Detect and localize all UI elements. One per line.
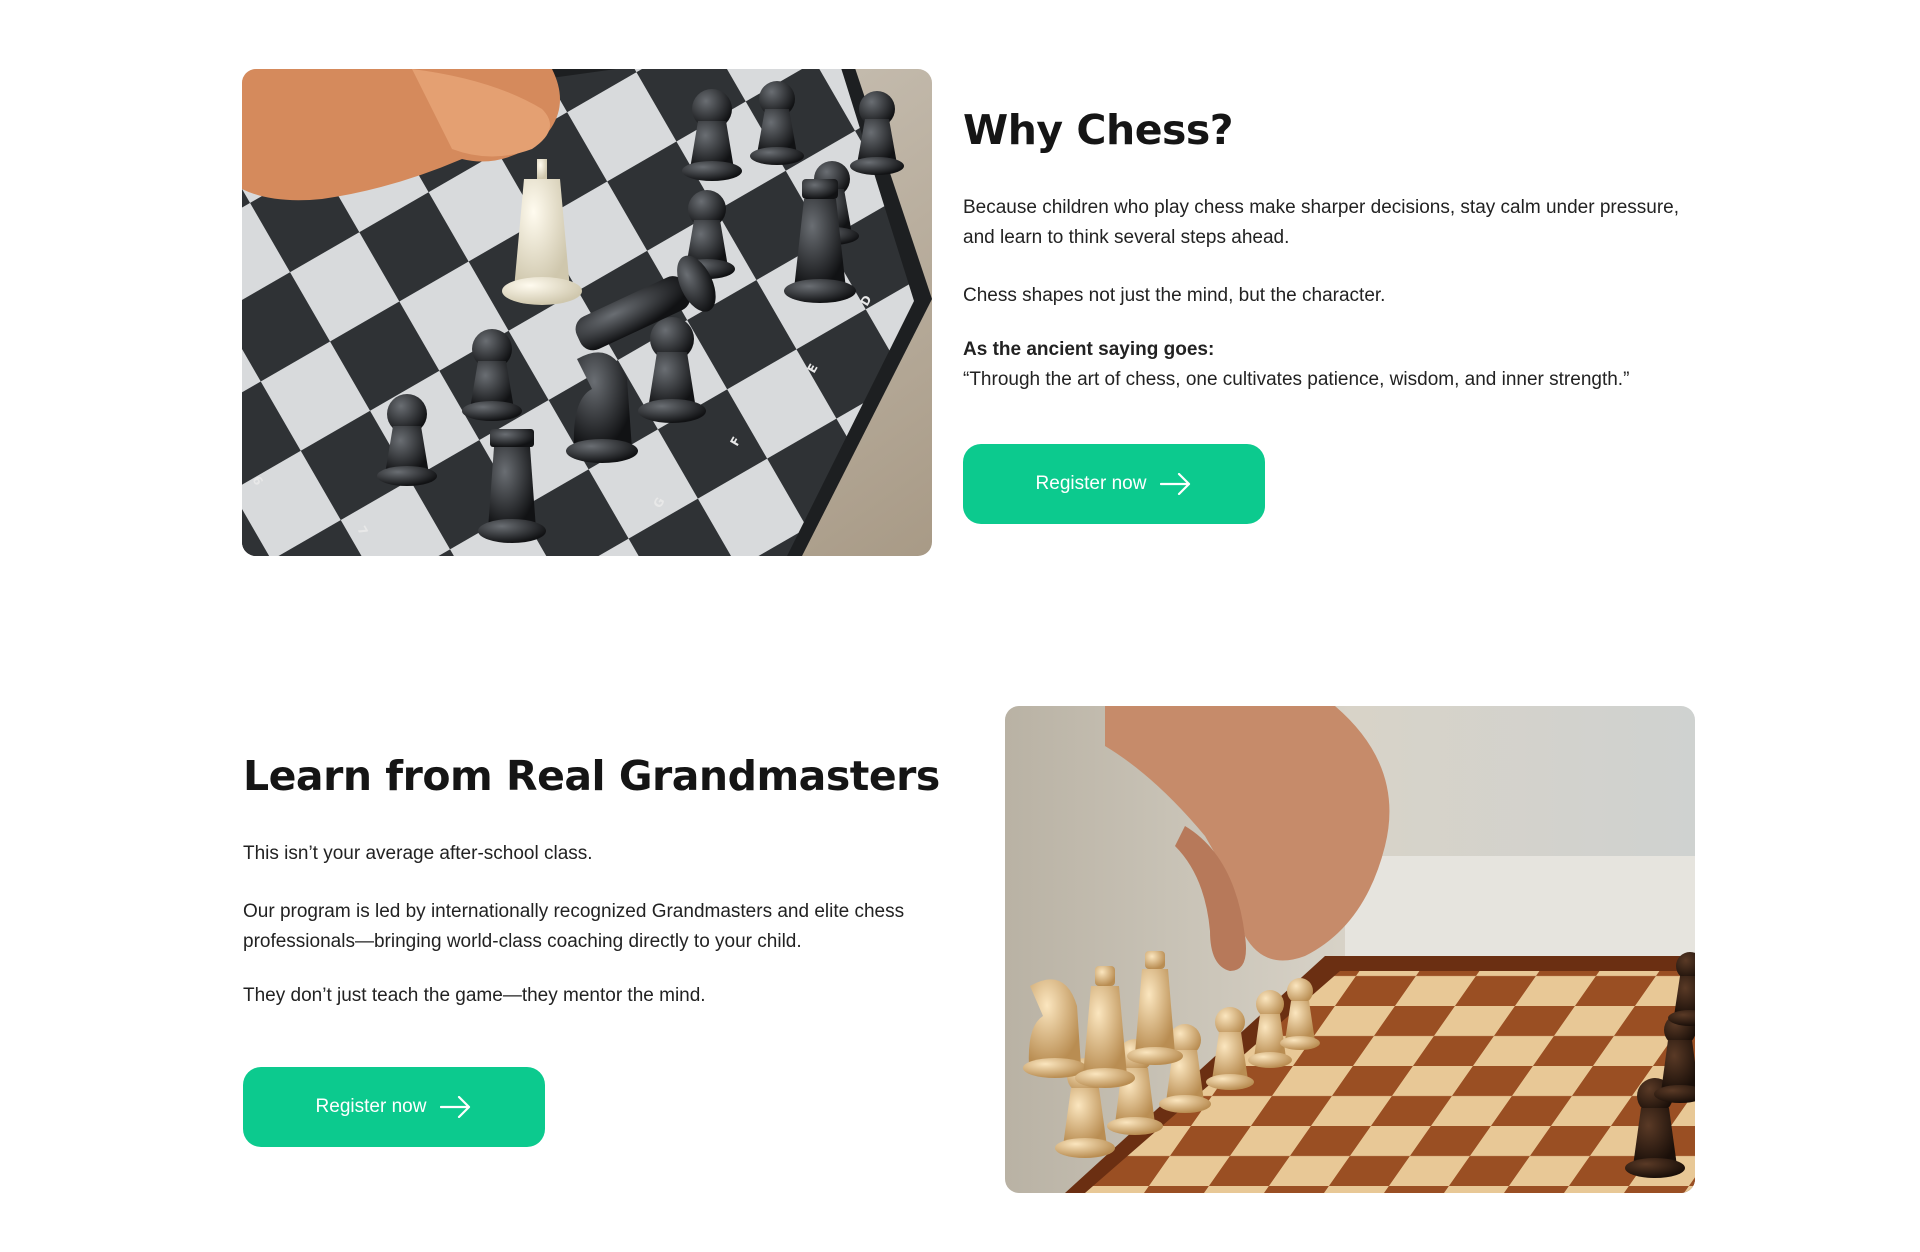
register-now-button[interactable]: Register now <box>963 444 1265 524</box>
arrow-right-icon <box>1160 473 1191 495</box>
black-white-chess-board-photo-icon: D E F G 6 7 <box>242 69 932 556</box>
why-chess-title: Why Chess? <box>963 106 1234 154</box>
why-chess-section: D E F G 6 7 Why Chess? Because children … <box>0 0 1920 600</box>
grandmasters-paragraph-2: Our program is led by internationally re… <box>243 901 905 953</box>
wooden-chess-board-hand-photo-icon <box>1005 706 1695 1193</box>
chess-board-image: D E F G 6 7 <box>242 69 932 556</box>
grandmaster-hand-image <box>1005 706 1695 1193</box>
saying-quote: “Through the art of chess, one cultivate… <box>963 369 1630 391</box>
register-now-label-2: Register now <box>315 1096 427 1117</box>
register-now-button-2[interactable]: Register now <box>243 1067 545 1147</box>
grandmasters-paragraph-3: They don’t just teach the game—they ment… <box>243 985 706 1007</box>
grandmasters-title: Learn from Real Grandmasters <box>243 752 940 800</box>
why-chess-paragraph-2: Chess shapes not just the mind, but the … <box>963 285 1386 307</box>
grandmasters-paragraph-1: This isn’t your average after-school cla… <box>243 843 593 865</box>
arrow-right-icon <box>440 1096 471 1118</box>
why-chess-text: Why Chess? Because children who play che… <box>963 106 1683 395</box>
grandmasters-section: Learn from Real Grandmasters This isn’t … <box>0 600 1920 1252</box>
why-chess-paragraph-1: Because children who play chess make sha… <box>963 197 1680 249</box>
register-now-label: Register now <box>1035 473 1147 494</box>
grandmasters-text: Learn from Real Grandmasters This isn’t … <box>243 752 983 1011</box>
saying-label: As the ancient saying goes: <box>963 339 1215 361</box>
